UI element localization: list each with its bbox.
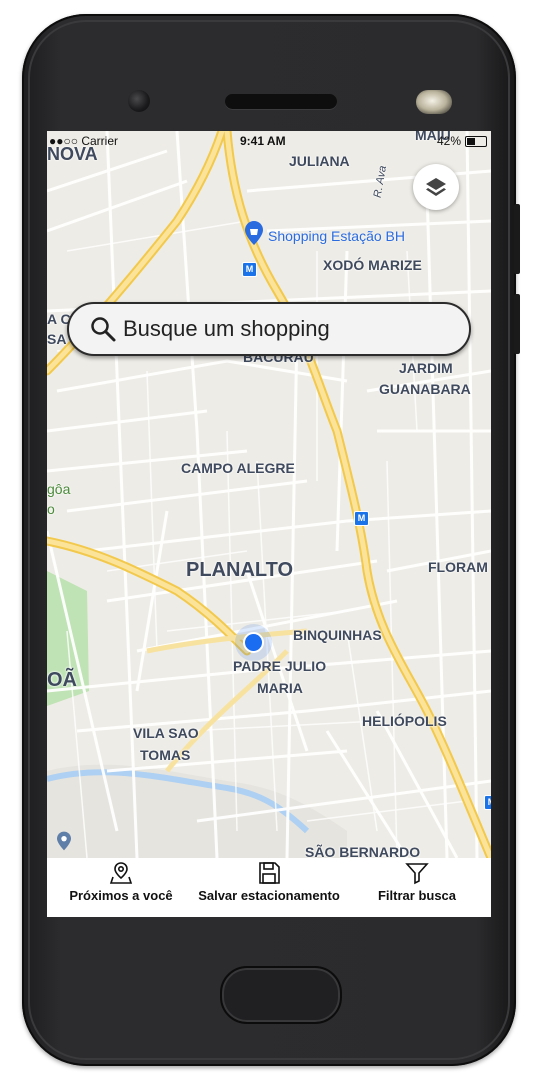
status-time: 9:41 AM <box>240 134 286 148</box>
earpiece-speaker <box>225 94 337 109</box>
map-view[interactable]: NOVA JULIANA MAIU R. Ava Shopping Estaçã… <box>47 131 491 858</box>
volume-button <box>514 204 520 274</box>
metro-station-icon-2[interactable]: M <box>354 511 369 526</box>
location-pin-icon[interactable] <box>57 831 71 851</box>
user-location-dot <box>243 632 264 653</box>
map-label-planalto: PLANALTO <box>186 559 294 581</box>
map-label-lagoa-2: o <box>47 501 55 517</box>
search-input[interactable] <box>123 316 443 342</box>
map-layers-button[interactable] <box>413 164 459 210</box>
nav-filter[interactable]: Filtrar busca <box>343 858 491 917</box>
nav-nearby[interactable]: Próximos a você <box>47 858 195 917</box>
map-label-floram: FLORAM <box>428 559 488 575</box>
phone-screen: NOVA JULIANA MAIU R. Ava Shopping Estaçã… <box>47 131 491 917</box>
map-label-sao-bernardo: SÃO BERNARDO <box>305 844 421 858</box>
save-icon <box>259 862 280 884</box>
bottom-nav: Próximos a você Salvar estacionamento Fi… <box>47 858 491 917</box>
metro-station-icon-3[interactable]: M <box>484 795 491 810</box>
power-button <box>514 294 520 354</box>
map-label-juliana: JULIANA <box>289 153 350 169</box>
nav-nearby-label: Próximos a você <box>69 888 173 903</box>
map-label-tomas: TOMAS <box>140 747 191 763</box>
front-flash <box>416 90 452 114</box>
map-pin-icon <box>109 862 133 884</box>
map-label-campo-alegre: CAMPO ALEGRE <box>181 460 295 476</box>
search-icon <box>91 317 116 342</box>
status-bar: ●●○○ Carrier 9:41 AM 42% <box>47 131 491 151</box>
battery-percent: 42% <box>436 134 461 148</box>
poi-label-shopping[interactable]: Shopping Estação BH <box>268 228 405 244</box>
front-camera <box>128 90 150 112</box>
map-label-maria: MARIA <box>257 680 303 696</box>
map-label-padre-julio: PADRE JULIO <box>233 658 327 674</box>
map-label-jardim: JARDIM <box>399 360 453 376</box>
search-bar[interactable] <box>67 302 471 356</box>
nav-save-parking-label: Salvar estacionamento <box>198 888 340 903</box>
map-label-sa: SA <box>47 331 67 347</box>
carrier-signal: ●●○○ Carrier <box>49 134 118 148</box>
map-label-xodo-marize: XODÓ MARIZE <box>323 257 422 273</box>
map-label-lagoa: gôa <box>47 481 71 497</box>
map-label-heliopolis: HELIÓPOLIS <box>362 713 447 729</box>
layers-icon <box>426 178 446 196</box>
map-label-guanabara: GUANABARA <box>379 381 471 397</box>
filter-icon <box>405 863 429 885</box>
map-label-binquinhas: BINQUINHAS <box>293 627 382 643</box>
nav-filter-label: Filtrar busca <box>377 888 457 903</box>
battery-icon <box>465 136 487 147</box>
shopping-pin-icon[interactable] <box>245 221 263 245</box>
home-button[interactable] <box>220 966 342 1024</box>
map-label-vila-sao: VILA SAO <box>133 725 199 741</box>
nav-save-parking[interactable]: Salvar estacionamento <box>195 858 343 917</box>
map-label-oa: OÃ <box>47 669 77 691</box>
metro-station-icon[interactable]: M <box>242 262 257 277</box>
